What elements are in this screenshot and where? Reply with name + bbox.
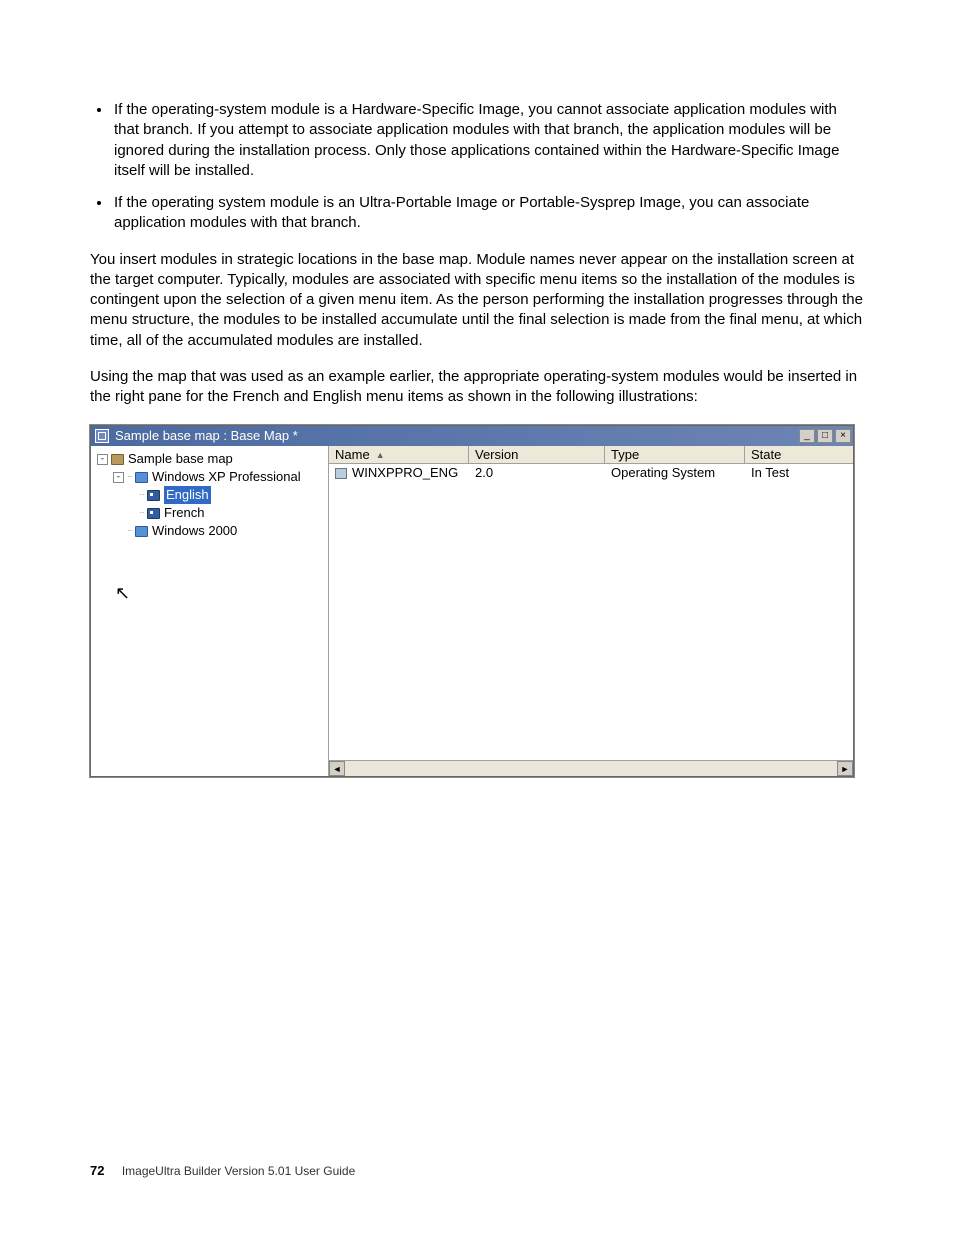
module-icon (335, 468, 347, 479)
menu-item-icon (147, 490, 160, 501)
tree-pane[interactable]: - Sample base map - ··· Windows XP Profe… (91, 446, 329, 776)
bullet-hardware-specific: If the operating-system module is a Hard… (112, 100, 864, 181)
horizontal-scrollbar[interactable]: ◄ ► (329, 760, 853, 776)
menu-item-icon (147, 508, 160, 519)
map-icon (111, 454, 124, 465)
paragraph-example-map: Using the map that was used as an exampl… (90, 367, 864, 408)
tree-node-french[interactable]: ··· French (97, 504, 328, 522)
table-row[interactable]: WINXPPRO_ENG 2.0 Operating System In Tes… (329, 464, 853, 482)
bullet-ultra-portable: If the operating system module is an Ult… (112, 193, 864, 234)
footer-guide-title: ImageUltra Builder Version 5.01 User Gui… (122, 1164, 355, 1178)
tree-label-winxp: Windows XP Professional (152, 468, 301, 486)
page-footer: 72 ImageUltra Builder Version 5.01 User … (90, 1162, 355, 1180)
scroll-track[interactable] (345, 761, 837, 776)
paragraph-modules: You insert modules in strategic location… (90, 250, 864, 351)
app-window: Sample base map : Base Map * _ □ × - Sam… (90, 425, 854, 777)
scroll-left-button[interactable]: ◄ (329, 761, 345, 776)
expander-icon[interactable]: - (97, 454, 108, 465)
cursor-icon: ↖ (115, 581, 130, 605)
cell-type: Operating System (605, 464, 745, 483)
column-header-version[interactable]: Version (469, 446, 605, 463)
cell-state: In Test (745, 464, 853, 483)
cell-name: WINXPPRO_ENG (352, 464, 458, 482)
tree-label-french: French (164, 504, 204, 522)
window-icon (95, 429, 109, 443)
tree-label-win2k: Windows 2000 (152, 522, 237, 540)
tree-label-english: English (164, 486, 211, 504)
tree-node-root[interactable]: - Sample base map (97, 450, 328, 468)
os-icon (135, 526, 148, 537)
window-titlebar[interactable]: Sample base map : Base Map * _ □ × (91, 426, 853, 446)
sort-asc-icon: ▲ (376, 449, 385, 461)
list-pane: Name ▲ Version Type State WINXPPRO_ENG 2… (329, 446, 853, 776)
column-header-state[interactable]: State (745, 446, 853, 463)
expander-icon[interactable]: - (113, 472, 124, 483)
list-header: Name ▲ Version Type State (329, 446, 853, 464)
minimize-button[interactable]: _ (799, 429, 815, 443)
column-header-name[interactable]: Name ▲ (329, 446, 469, 463)
close-button[interactable]: × (835, 429, 851, 443)
page-number: 72 (90, 1163, 104, 1178)
scroll-right-button[interactable]: ► (837, 761, 853, 776)
window-title: Sample base map : Base Map * (115, 427, 298, 445)
tree-node-english[interactable]: ··· English (97, 486, 328, 504)
tree-label-root: Sample base map (128, 450, 233, 468)
list-body[interactable]: WINXPPRO_ENG 2.0 Operating System In Tes… (329, 464, 853, 760)
maximize-button[interactable]: □ (817, 429, 833, 443)
tree-node-win2k[interactable]: ··· Windows 2000 (97, 522, 328, 540)
cell-version: 2.0 (469, 464, 605, 483)
os-icon (135, 472, 148, 483)
tree-node-winxp[interactable]: - ··· Windows XP Professional (97, 468, 328, 486)
column-header-type[interactable]: Type (605, 446, 745, 463)
